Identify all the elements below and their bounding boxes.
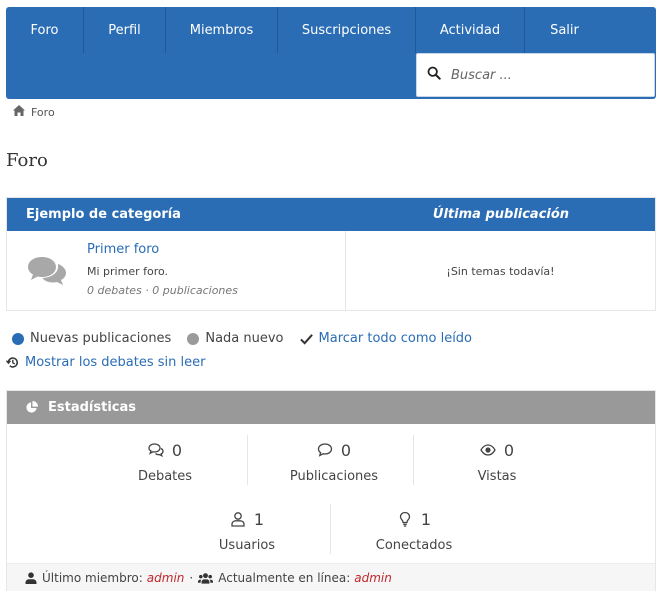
mark-all-read[interactable]: Marcar todo como leído: [299, 331, 473, 346]
conectados-count: 1: [420, 509, 432, 529]
home-icon[interactable]: [13, 105, 31, 119]
forum-row: Primer foro Mi primer foro. 0 debates · …: [7, 231, 655, 311]
forum-stats: 0 debates · 0 publicaciones: [87, 284, 238, 297]
legend-nothing-new: Nada nuevo: [187, 331, 284, 346]
stat-debates: 0 Debates: [105, 439, 225, 485]
forum-comments-icon: [27, 255, 67, 287]
last-post-cell: ¡Sin temas todavía!: [446, 264, 555, 278]
forum-title-link[interactable]: Primer foro: [87, 242, 159, 257]
tab-salir[interactable]: Salir: [525, 7, 604, 53]
tab-suscripciones[interactable]: Suscripciones: [278, 7, 416, 53]
statistics-header: Estadísticas: [7, 391, 655, 424]
divider: [247, 435, 248, 485]
forum-description: Mi primer foro.: [87, 265, 169, 278]
stat-usuarios: 1 Usuarios: [187, 508, 307, 554]
publicaciones-count: 0: [340, 440, 352, 460]
eye-icon: [480, 442, 504, 458]
category-header[interactable]: Ejemplo de categoría: [7, 207, 347, 222]
debates-label: Debates: [137, 469, 193, 484]
nothing-new-label: Nada nuevo: [205, 331, 284, 346]
top-navigation: Foro Perfil Miembros Suscripciones Activ…: [6, 7, 656, 99]
mark-all-read-link[interactable]: Marcar todo como leído: [319, 331, 473, 346]
legend: Nuevas publicaciones Nada nuevo Marcar t…: [12, 331, 488, 346]
tab-foro[interactable]: Foro: [6, 7, 84, 53]
tab-actividad[interactable]: Actividad: [416, 7, 525, 53]
statistics-footer: Último miembro: admin · Actualmente en l…: [7, 563, 655, 591]
online-label: Actualmente en línea:: [218, 570, 351, 585]
conectados-label: Conectados: [375, 538, 453, 553]
last-post-header: Última publicación: [432, 207, 570, 222]
breadcrumb-link-foro[interactable]: Foro: [31, 106, 55, 119]
statistics-title: Estadísticas: [48, 400, 136, 415]
online-user-link[interactable]: admin: [354, 571, 392, 585]
breadcrumb: Foro: [13, 105, 55, 119]
forum-table-header: Ejemplo de categoría Última publicación: [7, 198, 655, 231]
stat-vistas: 0 Vistas: [437, 439, 557, 485]
page-title: Foro: [6, 150, 48, 171]
stat-publicaciones: 0 Publicaciones: [269, 439, 399, 485]
users-online-icon: [198, 572, 218, 584]
divider: [330, 504, 331, 554]
comments-icon: [148, 442, 172, 458]
show-unread-link[interactable]: Mostrar los debates sin leer: [6, 355, 205, 370]
tab-perfil[interactable]: Perfil: [84, 7, 166, 53]
vistas-count: 0: [503, 440, 515, 460]
search-input[interactable]: [451, 67, 641, 83]
debates-count: 0: [171, 440, 183, 460]
stat-conectados: 1 Conectados: [354, 508, 474, 554]
user-icon: [230, 511, 254, 527]
forum-info: Primer foro Mi primer foro. 0 debates · …: [7, 231, 346, 311]
check-icon: [299, 333, 313, 345]
nav-tabs: Foro Perfil Miembros Suscripciones Activ…: [6, 7, 656, 53]
show-unread-label[interactable]: Mostrar los debates sin leer: [25, 355, 205, 370]
latest-member-link[interactable]: admin: [147, 571, 185, 585]
new-posts-dot-icon: [12, 332, 24, 345]
statistics-panel: Estadísticas 0 Debates 0 Publicaciones 0: [6, 390, 656, 591]
comment-icon: [317, 442, 341, 458]
vistas-label: Vistas: [477, 469, 517, 484]
forum-table: Ejemplo de categoría Última publicación …: [6, 197, 656, 311]
lightbulb-icon: [397, 511, 421, 527]
pie-chart-icon: [25, 401, 48, 414]
tab-miembros[interactable]: Miembros: [166, 7, 278, 53]
footer-separator: ·: [189, 570, 194, 585]
usuarios-count: 1: [253, 509, 265, 529]
usuarios-label: Usuarios: [218, 538, 276, 553]
nothing-new-dot-icon: [187, 332, 200, 345]
history-icon: [6, 356, 25, 369]
user-solid-icon: [25, 571, 42, 584]
latest-member-label: Último miembro:: [42, 570, 143, 585]
new-posts-label: Nuevas publicaciones: [30, 331, 172, 346]
search-icon: [427, 66, 441, 84]
search-box[interactable]: [416, 53, 655, 97]
legend-new-posts: Nuevas publicaciones: [12, 331, 171, 346]
divider: [413, 435, 414, 485]
publicaciones-label: Publicaciones: [289, 469, 379, 484]
